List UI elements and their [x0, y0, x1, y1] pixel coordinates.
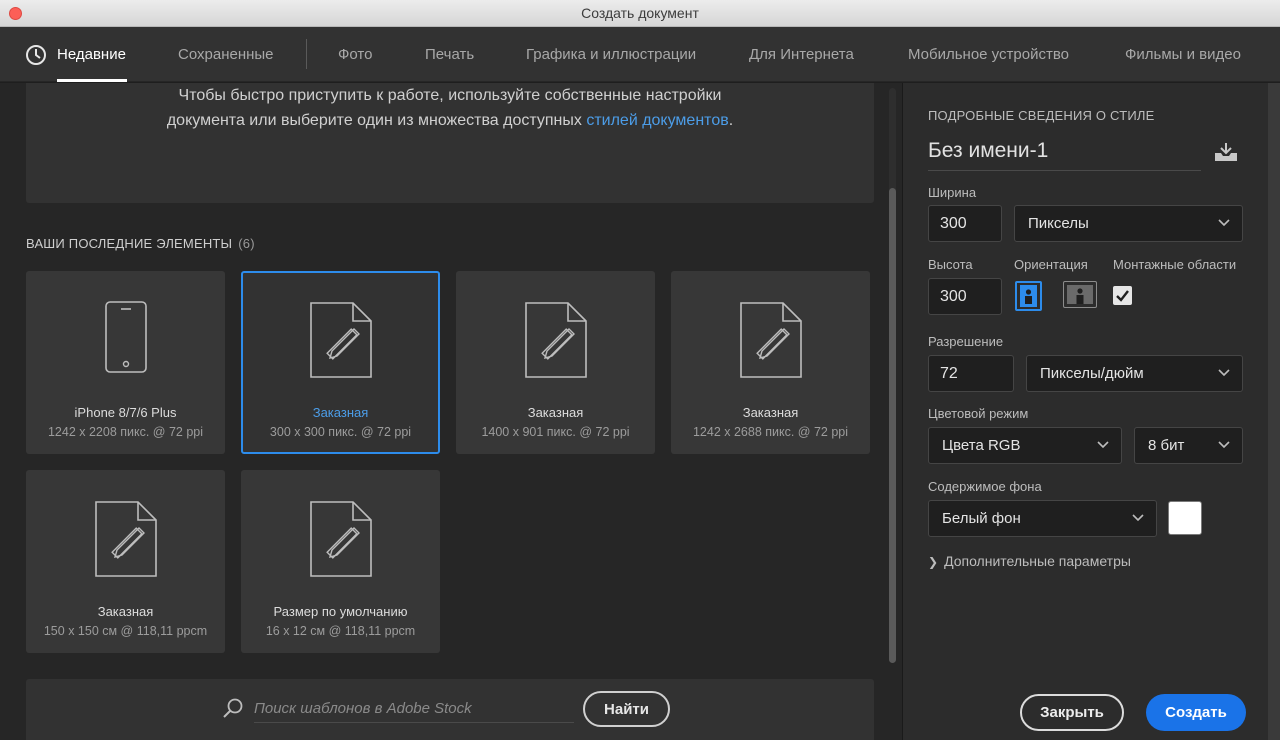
background-label: Содержимое фона [928, 479, 1042, 494]
search-icon [223, 698, 243, 718]
clock-icon [26, 45, 46, 65]
color-mode-select[interactable]: Цвета RGB [928, 427, 1122, 464]
artboards-label: Монтажные области [1113, 257, 1237, 272]
card-name: Заказная [312, 405, 369, 420]
width-input[interactable]: 300 [928, 205, 1002, 242]
card-name: Заказная [527, 405, 584, 420]
portrait-icon [1020, 285, 1037, 307]
card-icon [243, 301, 438, 379]
color-mode-label: Цветовой режим [928, 406, 1029, 421]
custom-document-icon [524, 302, 587, 378]
height-input[interactable]: 300 [928, 278, 1002, 315]
chevron-down-icon [1218, 219, 1230, 227]
height-label: Высота [928, 257, 973, 272]
tab-web[interactable]: Для Интернета [749, 46, 854, 63]
card-meta: 1242 x 2208 пикс. @ 72 ppi [47, 425, 204, 439]
preset-details-heading: ПОДРОБНЫЕ СВЕДЕНИЯ О СТИЛЕ [928, 108, 1155, 123]
card-name: Заказная [742, 405, 799, 420]
recent-item-default-size[interactable]: Размер по умолчанию 16 x 12 см @ 118,11 … [241, 470, 440, 653]
recent-item-custom-300[interactable]: Заказная 300 x 300 пикс. @ 72 ppi [241, 271, 440, 454]
card-name: Заказная [97, 604, 154, 619]
resolution-label: Разрешение [928, 334, 1004, 349]
card-icon [241, 500, 440, 578]
width-unit-value: Пикселы [1028, 215, 1089, 232]
custom-document-icon [309, 302, 372, 378]
presets-scrollbar-thumb[interactable] [889, 188, 896, 663]
close-button[interactable]: Закрыть [1020, 694, 1124, 731]
active-tab-indicator [57, 79, 127, 82]
intro-tail: . [728, 112, 734, 129]
tab-recent[interactable]: Недавние [57, 46, 126, 63]
window-title: Создать документ [581, 5, 699, 21]
recent-item-iphone[interactable]: iPhone 8/7/6 Plus 1242 x 2208 пикс. @ 72… [26, 271, 225, 454]
category-tabs: Недавние Сохраненные Фото Печать Графика… [0, 27, 1280, 82]
tab-film-video[interactable]: Фильмы и видео [1125, 46, 1241, 63]
recent-item-custom-150cm[interactable]: Заказная 150 x 150 см @ 118,11 ppcm [26, 470, 225, 653]
card-icon [26, 500, 225, 578]
tab-art-illustration[interactable]: Графика и иллюстрации [526, 46, 696, 63]
card-icon [671, 301, 870, 379]
landscape-icon [1067, 285, 1093, 304]
document-presets-link[interactable]: стилей документов [586, 112, 728, 129]
portrait-orientation-button[interactable] [1015, 281, 1042, 311]
card-meta: 150 x 150 см @ 118,11 ppcm [43, 624, 208, 638]
bit-depth-value: 8 бит [1148, 437, 1185, 454]
presets-area: Чтобы быстро приступить к работе, исполь… [0, 83, 902, 740]
chevron-down-icon [1218, 441, 1230, 449]
recent-item-custom-1242[interactable]: Заказная 1242 x 2688 пикс. @ 72 ppi [671, 271, 870, 454]
recent-count: (6) [238, 236, 255, 251]
custom-document-icon [94, 501, 157, 577]
advanced-options-label: Дополнительные параметры [944, 553, 1131, 569]
background-value: Белый фон [942, 510, 1021, 527]
artboards-checkbox[interactable] [1113, 286, 1132, 305]
document-name-field[interactable]: Без имени-1 [928, 139, 1201, 171]
resolution-unit-select[interactable]: Пикселы/дюйм [1026, 355, 1243, 392]
chevron-down-icon [1097, 441, 1109, 449]
advanced-options-toggle[interactable]: ❯ Дополнительные параметры [928, 553, 1131, 569]
orientation-label: Ориентация [1014, 257, 1088, 272]
phone-icon [104, 301, 147, 373]
width-label: Ширина [928, 185, 977, 200]
chevron-right-icon: ❯ [928, 555, 939, 569]
color-mode-value: Цвета RGB [942, 437, 1021, 454]
background-color-swatch[interactable] [1168, 501, 1202, 535]
card-name: Размер по умолчанию [273, 604, 408, 619]
recent-section-title: ВАШИ ПОСЛЕДНИЕ ЭЛЕМЕНТЫ (6) [26, 236, 255, 251]
chevron-down-icon [1132, 514, 1144, 522]
tab-photo[interactable]: Фото [338, 46, 372, 63]
card-meta: 300 x 300 пикс. @ 72 ppi [269, 425, 412, 439]
save-preset-icon[interactable] [1213, 141, 1239, 163]
card-meta: 16 x 12 см @ 118,11 ppcm [265, 624, 416, 638]
window-edge [1268, 83, 1280, 740]
checkmark-icon [1116, 290, 1129, 302]
tab-print[interactable]: Печать [425, 46, 474, 63]
resolution-input[interactable]: 72 [928, 355, 1014, 392]
stock-search-bar: Найти [26, 679, 874, 740]
card-meta: 1400 x 901 пикс. @ 72 ppi [481, 425, 630, 439]
recent-item-custom-1400[interactable]: Заказная 1400 x 901 пикс. @ 72 ppi [456, 271, 655, 454]
resolution-unit-value: Пикселы/дюйм [1040, 365, 1144, 382]
recent-title-text: ВАШИ ПОСЛЕДНИЕ ЭЛЕМЕНТЫ [26, 236, 233, 251]
custom-document-icon [309, 501, 372, 577]
stock-search-input[interactable] [254, 695, 574, 723]
find-button[interactable]: Найти [583, 691, 670, 727]
tab-divider [306, 39, 307, 69]
custom-document-icon [739, 302, 802, 378]
intro-panel: Чтобы быстро приступить к работе, исполь… [26, 83, 874, 203]
width-unit-select[interactable]: Пикселы [1014, 205, 1243, 242]
landscape-orientation-button[interactable] [1063, 281, 1097, 308]
background-contents-select[interactable]: Белый фон [928, 500, 1157, 537]
tab-mobile[interactable]: Мобильное устройство [908, 46, 1069, 63]
card-icon [456, 301, 655, 379]
card-name: iPhone 8/7/6 Plus [74, 405, 177, 420]
bit-depth-select[interactable]: 8 бит [1134, 427, 1243, 464]
tab-saved[interactable]: Сохраненные [178, 46, 274, 63]
intro-text: Чтобы быстро приступить к работе, исполь… [26, 83, 874, 133]
card-meta: 1242 x 2688 пикс. @ 72 ppi [692, 425, 849, 439]
chevron-down-icon [1218, 369, 1230, 377]
preset-details-panel: ПОДРОБНЫЕ СВЕДЕНИЯ О СТИЛЕ Без имени-1 Ш… [902, 83, 1268, 740]
create-button[interactable]: Создать [1146, 694, 1246, 731]
window-titlebar: Создать документ [0, 0, 1280, 27]
card-icon [26, 301, 225, 379]
